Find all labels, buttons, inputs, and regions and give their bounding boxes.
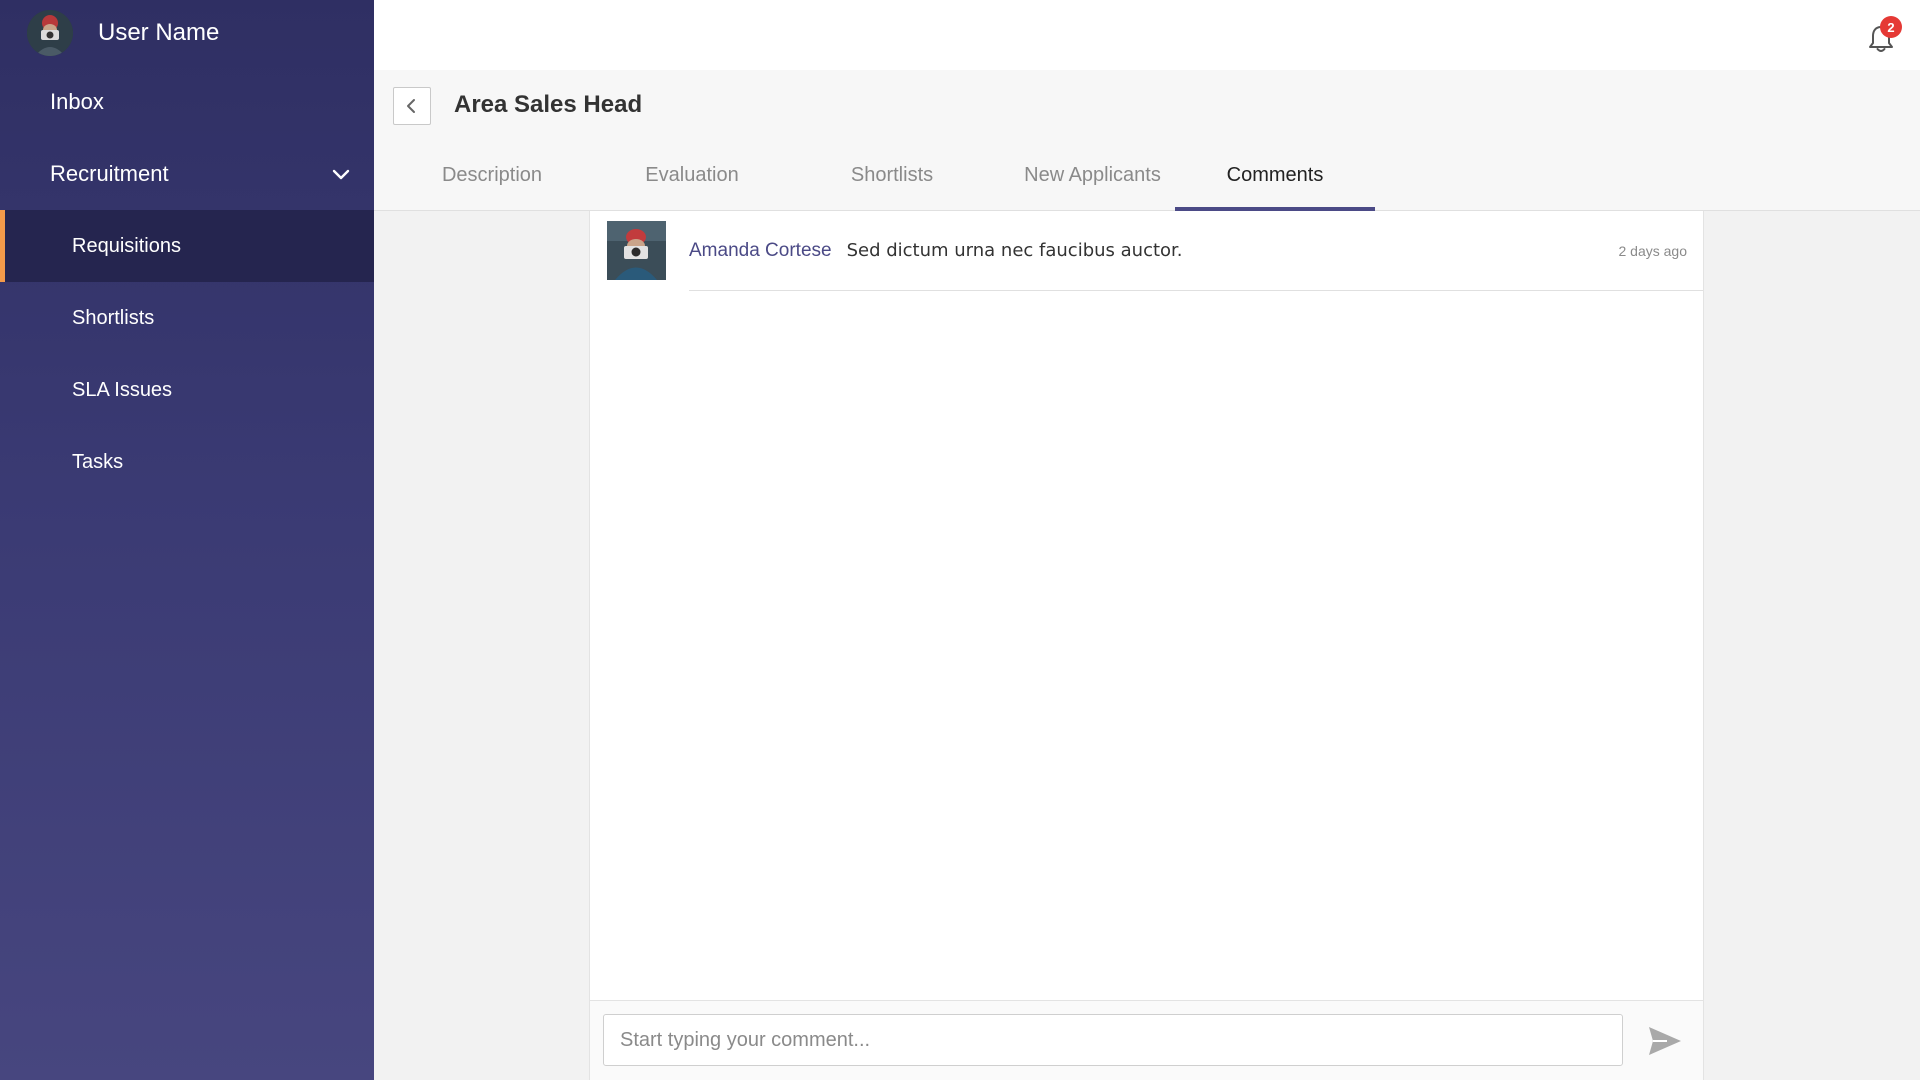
tab-label: New Applicants bbox=[1024, 163, 1161, 186]
app-root: User Name Inbox Recruitment Requisitions… bbox=[0, 0, 1920, 1080]
send-icon bbox=[1649, 1027, 1681, 1055]
sidebar-item-label: Requisitions bbox=[72, 234, 181, 257]
sidebar-item-label: Tasks bbox=[72, 450, 124, 473]
comments-panel: Amanda Cortese Sed dictum urna nec fauci… bbox=[589, 211, 1704, 1080]
sidebar-item-shortlists[interactable]: Shortlists bbox=[0, 282, 374, 354]
comment-composer bbox=[590, 1000, 1703, 1080]
back-button[interactable] bbox=[393, 87, 431, 125]
sidebar-item-requisitions[interactable]: Requisitions bbox=[0, 210, 374, 282]
tab-shortlists[interactable]: Shortlists bbox=[774, 140, 1010, 210]
comment-text: Sed dictum urna nec faucibus auctor. bbox=[846, 240, 1183, 261]
page-header: Area Sales Head Description Evaluation S… bbox=[374, 70, 1920, 211]
sidebar-item-label: SLA Issues bbox=[72, 378, 173, 401]
tab-label: Evaluation bbox=[645, 163, 739, 186]
send-button[interactable] bbox=[1645, 1021, 1685, 1061]
tab-new-applicants[interactable]: New Applicants bbox=[1010, 140, 1175, 210]
comment-author[interactable]: Amanda Cortese bbox=[689, 240, 832, 262]
sidebar-item-tasks[interactable]: Tasks bbox=[0, 426, 374, 498]
top-bar: 2 bbox=[374, 0, 1920, 70]
commenter-avatar[interactable] bbox=[607, 221, 666, 280]
user-avatar[interactable] bbox=[27, 10, 73, 56]
user-profile[interactable]: User Name bbox=[0, 0, 374, 66]
sidebar-item-inbox[interactable]: Inbox bbox=[0, 66, 374, 138]
comment-body: Amanda Cortese Sed dictum urna nec fauci… bbox=[689, 211, 1703, 291]
chevron-down-icon[interactable] bbox=[330, 163, 352, 185]
tab-label: Shortlists bbox=[850, 163, 934, 186]
notification-badge: 2 bbox=[1880, 16, 1902, 38]
tab-label: Description bbox=[441, 163, 543, 186]
chevron-left-icon bbox=[407, 99, 415, 113]
comment-input[interactable] bbox=[603, 1014, 1623, 1066]
page-title: Area Sales Head bbox=[454, 91, 643, 118]
sidebar-item-label: Shortlists bbox=[72, 306, 155, 329]
comment-item: Amanda Cortese Sed dictum urna nec fauci… bbox=[590, 211, 1703, 291]
sidebar: User Name Inbox Recruitment Requisitions… bbox=[0, 0, 374, 1080]
notifications-button[interactable]: 2 bbox=[1864, 16, 1902, 56]
user-name: User Name bbox=[98, 19, 220, 46]
tab-label: Comments bbox=[1226, 163, 1324, 186]
tab-description[interactable]: Description bbox=[374, 140, 610, 210]
sidebar-item-recruitment[interactable]: Recruitment bbox=[0, 138, 374, 210]
comment-timestamp: 2 days ago bbox=[1618, 242, 1688, 259]
sidebar-item-sla-issues[interactable]: SLA Issues bbox=[0, 354, 374, 426]
sidebar-item-label: Recruitment bbox=[50, 161, 169, 186]
tab-evaluation[interactable]: Evaluation bbox=[610, 140, 774, 210]
tab-comments[interactable]: Comments bbox=[1175, 140, 1375, 211]
tab-bar: Description Evaluation Shortlists New Ap… bbox=[374, 140, 1375, 211]
sidebar-item-label: Inbox bbox=[50, 89, 104, 114]
